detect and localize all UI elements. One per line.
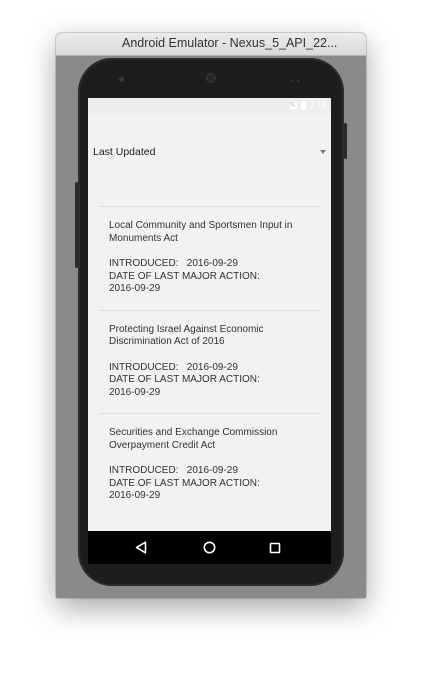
back-triangle-icon xyxy=(135,541,147,554)
sort-spinner[interactable]: Last Updated xyxy=(88,136,331,166)
status-icons: 3:18 xyxy=(289,100,327,110)
bill-introduced: INTRODUCED: 2016-09-29 xyxy=(109,465,238,476)
dropdown-arrow-icon xyxy=(320,150,326,154)
bill-introduced: INTRODUCED: 2016-09-29 xyxy=(109,258,238,269)
phone-screen: 3:18 Last Updated Local Community and Sp… xyxy=(88,98,331,531)
bill-introduced: INTRODUCED: 2016-09-29 xyxy=(109,361,238,373)
home-circle-icon xyxy=(203,541,215,554)
bill-list[interactable]: Local Community and Sportsmen Input in M… xyxy=(99,206,321,517)
bill-item[interactable]: Securities and Exchange Commission Overp… xyxy=(99,414,321,517)
status-time: 3:18 xyxy=(309,100,327,110)
light-sensor xyxy=(297,79,300,82)
bill-last-action-label: DATE OF LAST MAJOR ACTION: xyxy=(109,270,260,282)
bill-last-action-label: DATE OF LAST MAJOR ACTION: xyxy=(109,477,260,489)
recents-button[interactable] xyxy=(255,531,295,564)
speaker-grille xyxy=(206,73,216,83)
home-button[interactable] xyxy=(189,531,229,564)
bill-title: Local Community and Sportsmen Input in M… xyxy=(109,220,293,244)
bill-last-action-date: 2016-09-29 xyxy=(109,490,161,501)
battery-icon xyxy=(301,100,307,110)
bill-last-action-label: DATE OF LAST MAJOR ACTION: xyxy=(109,374,260,385)
front-camera xyxy=(119,77,124,82)
bill-last-action-date: 2016-09-29 xyxy=(109,283,161,294)
sort-spinner-value: Last Updated xyxy=(93,146,156,158)
bill-item[interactable]: Protecting Israel Against Economic Discr… xyxy=(99,311,321,414)
power-button[interactable] xyxy=(344,123,347,159)
window-title: Android Emulator - Nexus_5_API_22... xyxy=(122,36,338,50)
signal-icon xyxy=(289,101,298,109)
bill-title: Securities and Exchange Commission Overp… xyxy=(109,427,278,451)
window-titlebar[interactable]: Android Emulator - Nexus_5_API_22... xyxy=(56,33,366,56)
emulator-window: Android Emulator - Nexus_5_API_22... 3:1… xyxy=(56,33,366,598)
proximity-sensor xyxy=(290,79,293,82)
phone-frame: 3:18 Last Updated Local Community and Sp… xyxy=(75,58,347,586)
volume-button[interactable] xyxy=(75,182,78,268)
status-bar: 3:18 xyxy=(88,98,331,114)
navigation-bar xyxy=(88,531,331,564)
bill-last-action-date: 2016-09-29 xyxy=(109,386,161,398)
bill-title: Protecting Israel Against Economic Discr… xyxy=(109,323,264,348)
recents-square-icon xyxy=(269,542,281,553)
back-button[interactable] xyxy=(121,531,161,564)
bill-item[interactable]: Local Community and Sportsmen Input in M… xyxy=(99,207,321,310)
